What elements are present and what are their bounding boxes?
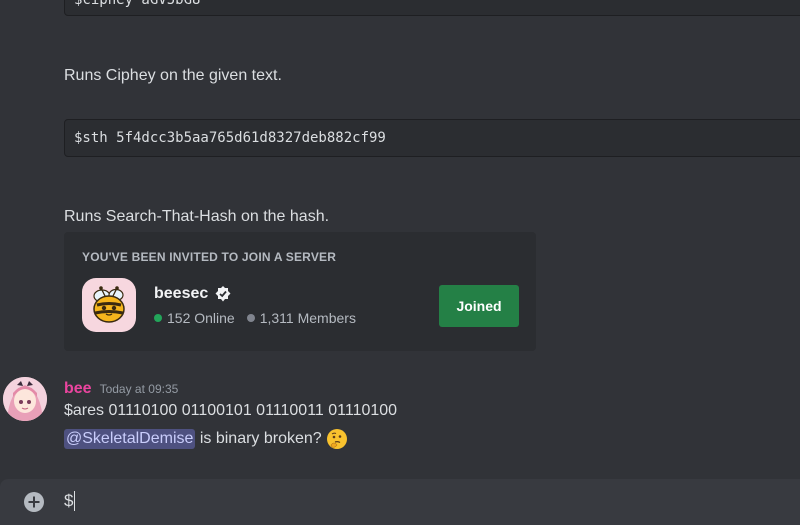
ciphey-description: Runs Ciphey on the given text. xyxy=(64,67,282,84)
server-name[interactable]: beesec xyxy=(154,285,208,303)
server-stats: 152 Online 1,311 Members xyxy=(154,310,356,326)
online-count: 152 Online xyxy=(167,310,235,326)
username[interactable]: bee xyxy=(64,380,92,398)
member-count: 1,311 Members xyxy=(259,310,356,326)
message-composer[interactable]: $ xyxy=(0,479,800,525)
server-name-row: beesec xyxy=(154,285,232,303)
chat-message: bee Today at 09:35 $ares 01110100 011001… xyxy=(0,377,800,457)
bee-icon[interactable] xyxy=(82,278,136,332)
invite-header: YOU'VE BEEN INVITED TO JOIN A SERVER xyxy=(82,250,337,264)
message-line-2-text: is binary broken? xyxy=(195,430,322,447)
code-block-ciphey: $ciphey aGV5bG8 xyxy=(64,0,800,16)
thinking-face-icon xyxy=(326,429,347,449)
members-dot-icon xyxy=(246,314,255,322)
server-invite-card: YOU'VE BEEN INVITED TO JOIN A SERVER bee… xyxy=(64,232,536,351)
message-line-1: $ares 01110100 01100101 01110011 0111010… xyxy=(64,402,398,419)
text-caret xyxy=(74,491,76,511)
plus-circle-icon[interactable] xyxy=(23,491,45,513)
message-header: bee Today at 09:35 xyxy=(64,380,178,398)
message-input[interactable]: $ xyxy=(64,491,76,511)
code-text-ciphey: $ciphey aGV5bG8 xyxy=(74,0,201,8)
verified-badge-icon xyxy=(215,286,231,302)
code-block-sth: $sth 5f4dcc3b5aa765d61d8327deb882cf99 xyxy=(64,119,800,157)
sth-description: Runs Search-That-Hash on the hash. xyxy=(64,208,330,225)
timestamp: Today at 09:35 xyxy=(99,382,179,396)
user-mention[interactable]: @SkeletalDemise xyxy=(64,429,196,449)
user-avatar[interactable] xyxy=(3,377,47,421)
joined-button[interactable]: Joined xyxy=(439,285,519,327)
online-dot-icon xyxy=(154,314,162,322)
code-text-sth: $sth 5f4dcc3b5aa765d61d8327deb882cf99 xyxy=(74,130,386,146)
message-line-2: @SkeletalDemise is binary broken? xyxy=(64,428,348,450)
message-input-text: $ xyxy=(64,491,74,510)
